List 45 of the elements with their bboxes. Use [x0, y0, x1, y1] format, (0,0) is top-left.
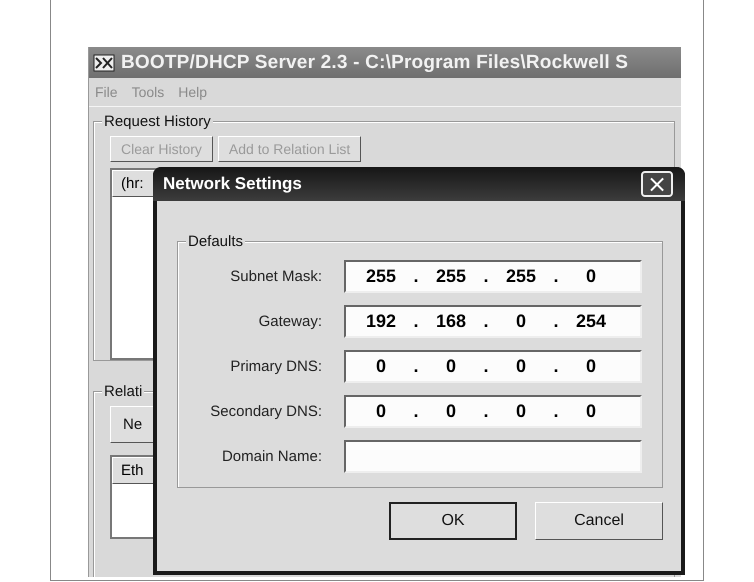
octet-value: 0 [514, 311, 527, 332]
field-label: Primary DNS: [229, 358, 322, 375]
dialog-button[interactable]: OK [389, 502, 517, 540]
octet-value: 0 [584, 401, 597, 422]
group-label: Request History [102, 113, 213, 130]
ip-address-field[interactable]: 0 . 0 . 0 . 0 [344, 395, 642, 428]
octet-value: 0 [374, 356, 387, 377]
ip-address-field[interactable]: 192 . 168 . 0 . 254 [344, 305, 642, 338]
octet-separator: . [412, 401, 420, 422]
input-field[interactable] [344, 440, 642, 473]
window-title: BOOTP/DHCP Server 2.3 - C:\Program Files\Rockwell S [121, 52, 628, 74]
close-button[interactable]: × [641, 171, 673, 197]
octet-value: 0 [584, 266, 597, 287]
ip-address-field[interactable]: 255 . 255 . 255 . 0 [344, 260, 642, 293]
octet-separator: . [412, 311, 420, 332]
octet-separator: . [552, 266, 560, 287]
octet-value: 0 [584, 356, 597, 377]
octet-value: 0 [514, 401, 527, 422]
octet-value: 255 [434, 266, 468, 287]
octet-value: 0 [444, 356, 457, 377]
octet-separator: . [412, 266, 420, 287]
dialog-button[interactable]: Cancel [535, 502, 663, 540]
octet-separator: . [412, 356, 420, 377]
ip-address-field[interactable]: 0 . 0 . 0 . 0 [344, 350, 642, 383]
octet-separator: . [552, 356, 560, 377]
octet-value: 255 [504, 266, 538, 287]
octet-value: 0 [374, 401, 387, 422]
octet-value: 0 [514, 356, 527, 377]
field-label: Domain Name: [220, 448, 322, 465]
toolbar-button[interactable]: Ne [110, 406, 156, 443]
field-label: Gateway: [258, 313, 322, 330]
octet-separator: . [552, 401, 560, 422]
octet-separator: . [482, 356, 490, 377]
octet-separator: . [482, 266, 490, 287]
octet-value: 0 [444, 401, 457, 422]
app-icon [93, 54, 115, 72]
field-label: Secondary DNS: [209, 403, 322, 420]
octet-separator: . [482, 311, 490, 332]
field-label: Subnet Mask: [229, 268, 322, 285]
octet-value: 192 [364, 311, 398, 332]
octet-value: 254 [574, 311, 608, 332]
octet-separator: . [482, 401, 490, 422]
octet-separator: . [552, 311, 560, 332]
octet-value: 255 [364, 266, 398, 287]
octet-value: 168 [434, 311, 468, 332]
